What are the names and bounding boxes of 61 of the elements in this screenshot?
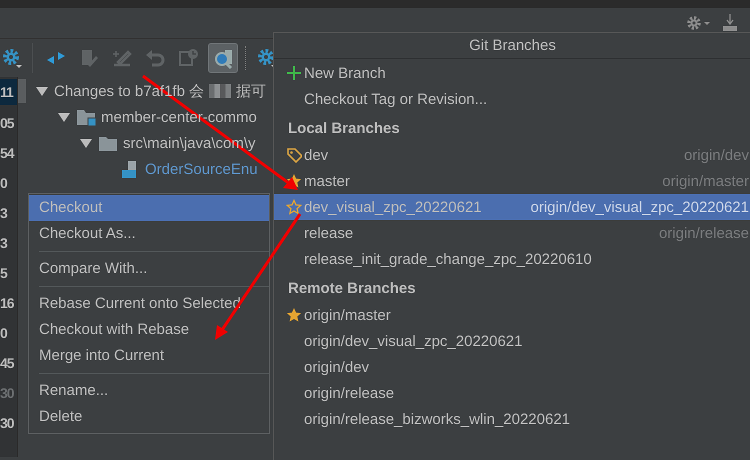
line-number: 16 [0,294,15,313]
menu-item[interactable]: Checkout with Rebase [29,317,269,343]
line-number: 30 [0,414,15,433]
branch-name: origin/dev_visual_zpc_20220621 [304,332,522,350]
section-header: Remote Branches [287,279,417,299]
tracking-branch: origin/release [658,224,749,242]
line-number: 54 [0,144,16,163]
menu-item[interactable]: Checkout As... [29,221,269,247]
plus-icon [286,65,302,81]
branch-name: origin/master [304,306,391,324]
menu-item[interactable]: Rename... [29,378,269,404]
tracking-branch: origin/dev_visual_zpc_20220621 [530,198,749,216]
menu-item[interactable]: Compare With... [29,256,269,282]
tree-item-label[interactable]: OrderSourceEnu [145,160,258,178]
folder-icon [98,134,118,152]
tracking-branch: origin/master [662,172,749,190]
expanded-arrow-icon[interactable] [57,110,71,124]
tracking-branch: origin/dev [684,146,749,164]
expanded-arrow-icon[interactable] [79,136,93,150]
branch-name: release [304,224,354,242]
menu-item[interactable]: Merge into Current [29,343,269,369]
menu-item[interactable]: Delete [29,404,269,430]
branch-item[interactable]: origin/dev_visual_zpc_20220621 [274,328,750,354]
tree-item-label[interactable]: 据可 [236,82,266,100]
line-number: 45 [0,354,16,373]
branch-item[interactable]: origin/release [274,380,750,406]
expanded-arrow-icon[interactable] [35,84,49,98]
branch-item[interactable]: origin/dev [274,354,750,380]
branch-item[interactable]: dev origin/dev [274,142,750,168]
branch-item[interactable]: origin/master [274,302,750,328]
branch-item[interactable]: dev_visual_zpc_20220621 origin/dev_visual_zpc_20220621 [274,194,750,220]
branch-item[interactable]: release_init_grade_change_zpc_20220610 [274,246,750,272]
scrollbar-thumb[interactable] [18,79,26,103]
line-number: 5 [0,264,8,283]
branch-name: master [304,172,350,190]
line-number: 05 [0,114,16,133]
menu-item[interactable]: New Branch [274,60,750,86]
download-icon[interactable] [722,14,738,32]
branch-name: dev [304,146,328,164]
blurred-text [209,84,232,98]
line-number: 11 [0,79,17,105]
branch-name: origin/release_bizworks_wlin_20220621 [304,410,570,428]
branch-item[interactable]: origin/release_bizworks_wlin_20220621 [274,406,750,432]
gear-icon[interactable] [686,15,712,31]
branch-name: dev_visual_zpc_20220621 [304,198,482,216]
module-folder-icon [76,108,96,126]
section-header: Local Branches [287,119,401,139]
branch-item[interactable]: release origin/release [274,220,750,246]
line-number: 0 [0,324,8,343]
line-number: 3 [0,204,8,223]
star-outline-icon [286,199,302,215]
branch-name: origin/dev [304,358,370,376]
branch-name: origin/release [304,384,394,402]
gear-icon[interactable] [0,47,22,69]
branch-name: release_init_grade_change_zpc_20220610 [304,250,592,268]
menu-item[interactable]: Checkout Tag or Revision... [274,86,750,112]
tag-icon [286,147,302,163]
star-icon [286,307,302,323]
line-number: 3 [0,234,8,253]
line-number: 0 [0,174,8,193]
line-number: 30 [0,384,15,403]
